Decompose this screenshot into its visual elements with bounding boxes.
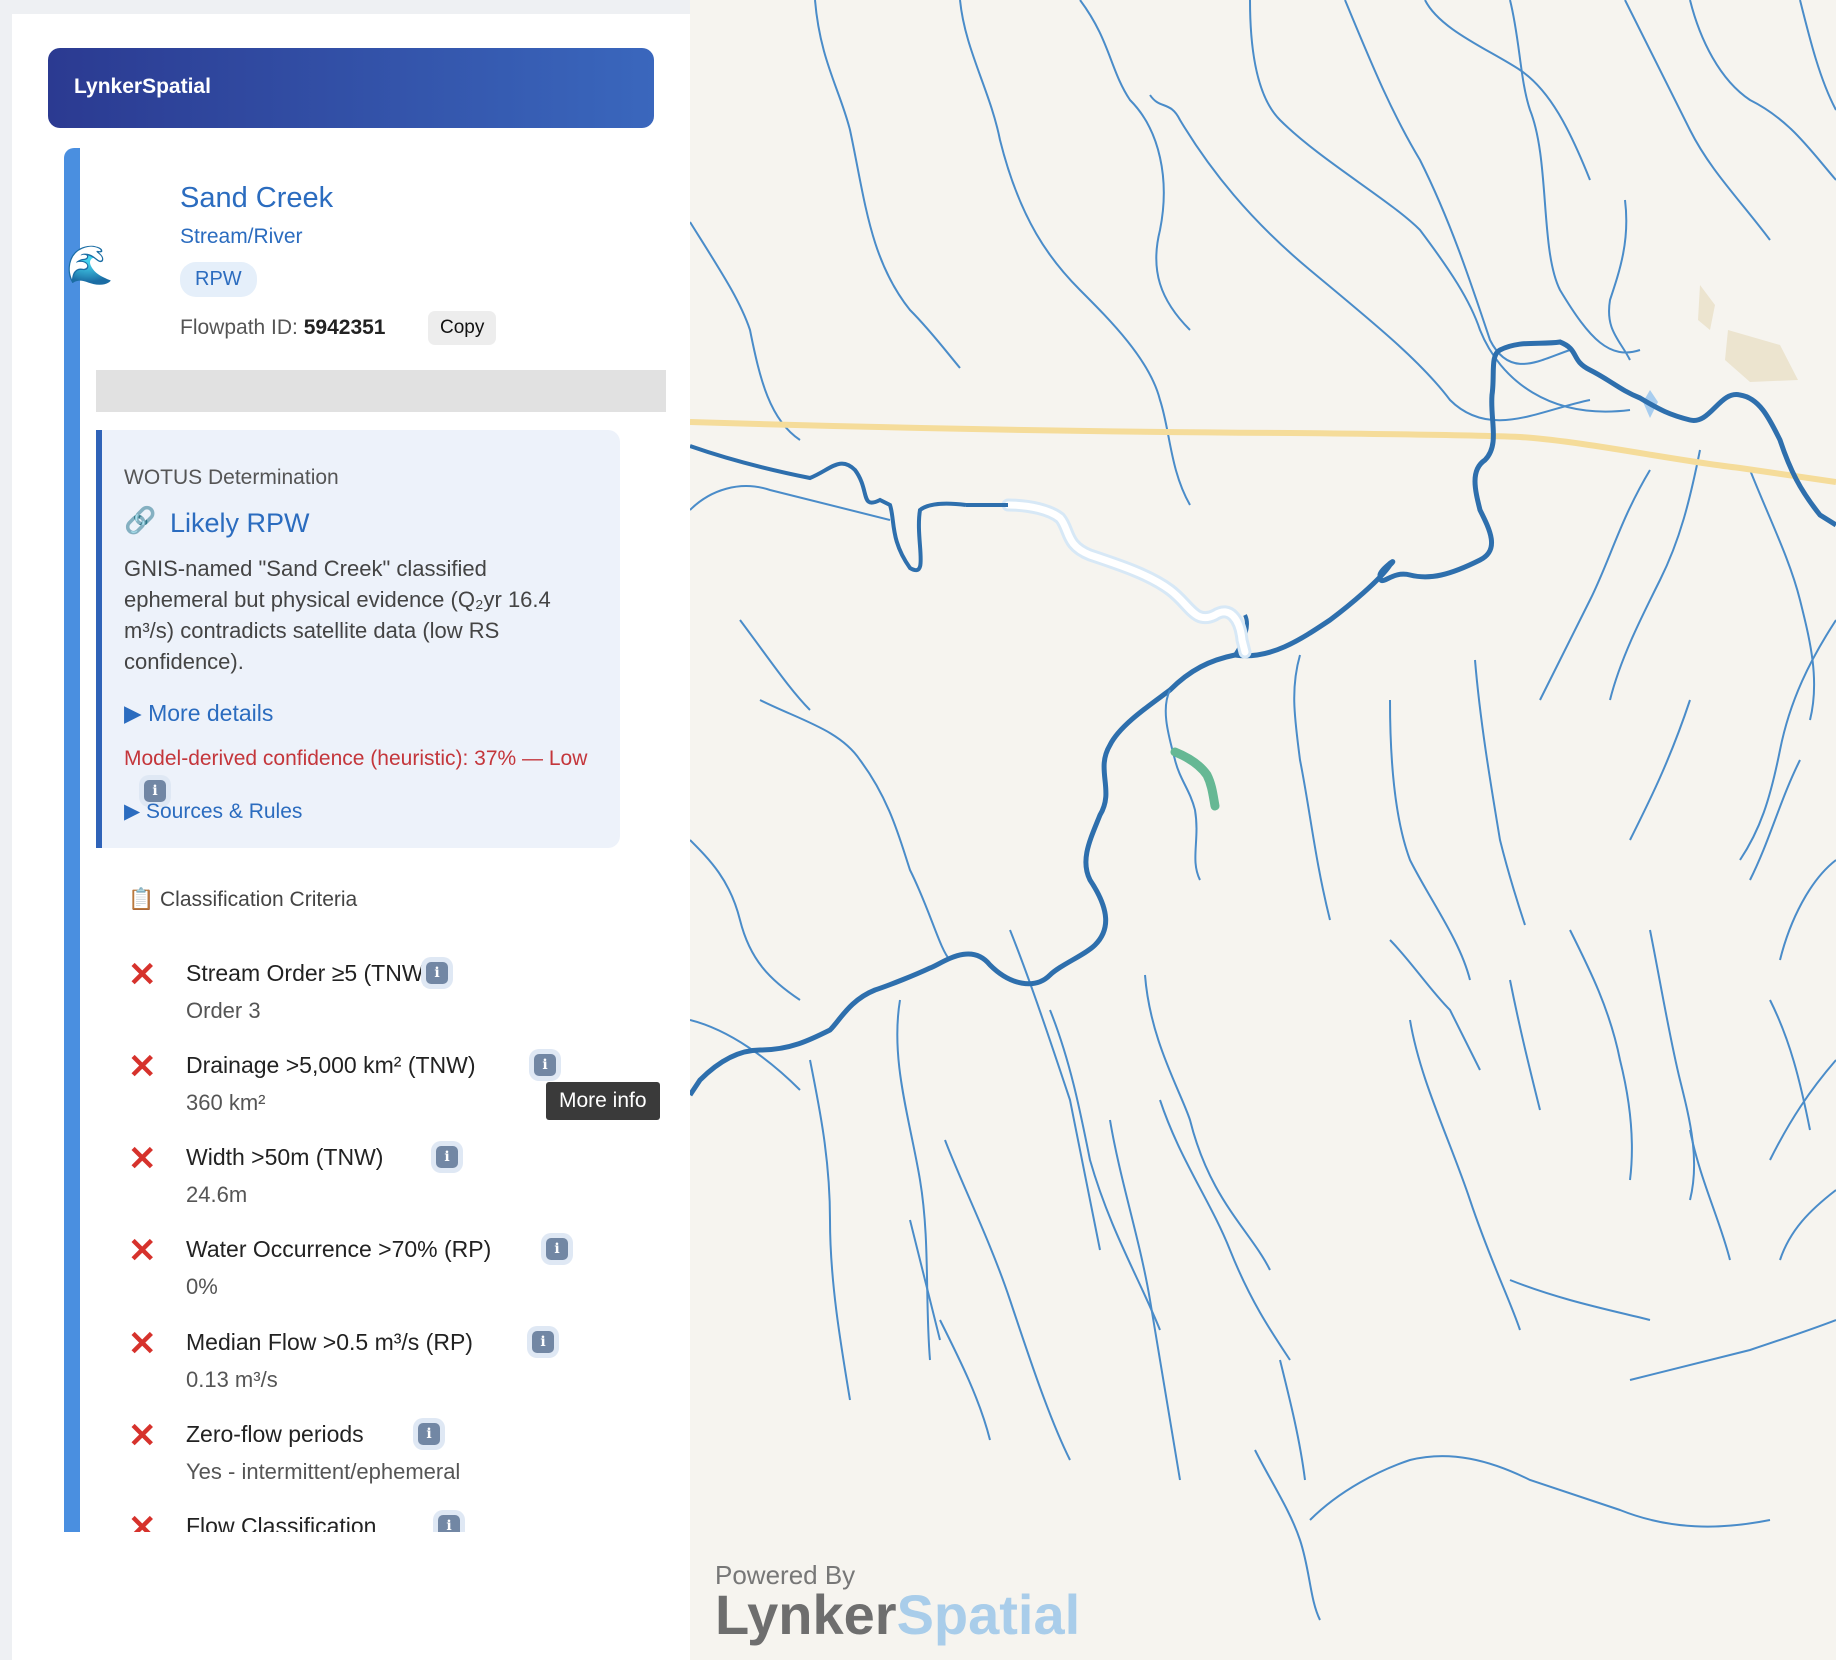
flowpath-id: Flowpath ID: 5942351	[180, 316, 386, 339]
fail-icon: ✕	[128, 1048, 157, 1086]
card-accent-bar	[64, 148, 80, 1532]
map-canvas[interactable]	[690, 0, 1836, 1660]
criteria-value: 0%	[186, 1274, 218, 1299]
info-icon[interactable]: i	[438, 1515, 460, 1532]
land-patch	[1698, 285, 1715, 330]
criteria-name: Drainage >5,000 km² (TNW)	[186, 1052, 476, 1078]
feature-name: Sand Creek	[180, 182, 334, 214]
info-icon[interactable]: i	[546, 1238, 568, 1260]
criteria-value: 0.13 m³/s	[186, 1367, 278, 1392]
selected-reach-halo	[1001, 498, 1252, 659]
wotus-description: GNIS-named "Sand Creek" classified ephem…	[124, 556, 551, 674]
selected-reach[interactable]	[1004, 501, 1249, 656]
criteria-value: Yes - intermittent/ephemeral	[186, 1459, 461, 1484]
main-river-east	[1234, 339, 1836, 659]
fail-icon: ✕	[128, 1325, 157, 1363]
tooltip: More info	[546, 1082, 660, 1120]
tributaries	[690, 0, 1836, 1621]
criteria-heading: 📋 Classification Criteria	[128, 888, 358, 911]
link-icon: 🔗	[124, 505, 157, 535]
tributary-south	[1293, 654, 1331, 921]
wave-icon: 🌊	[66, 245, 114, 287]
info-icon[interactable]: i	[426, 962, 448, 984]
tributary-green-line	[1164, 689, 1201, 881]
brand-header: LynkerSpatial	[48, 48, 654, 128]
criteria-clip: ✕ Flow Classification i	[112, 1509, 632, 1532]
divider-band	[96, 370, 666, 412]
main-river-south	[690, 652, 1236, 1097]
copy-button[interactable]: Copy	[428, 311, 497, 345]
criteria-name: Water Occurrence >70% (RP)	[186, 1236, 492, 1262]
info-icon[interactable]: i	[436, 1146, 458, 1168]
info-icon[interactable]: i	[418, 1423, 440, 1445]
criteria-name: Flow Classification	[186, 1513, 377, 1532]
powered-by-logo: Powered By LynkerSpatial	[715, 1560, 1080, 1643]
criteria-name: Width >50m (TNW)	[186, 1144, 384, 1170]
brand-logo: LynkerSpatial	[74, 75, 211, 98]
feature-type: Stream/River	[180, 225, 303, 248]
fail-icon: ✕	[128, 1509, 157, 1532]
highway	[690, 419, 1836, 485]
wotus-determination: WOTUS Determination 🔗 Likely RPW GNIS-na…	[96, 430, 620, 848]
fail-icon: ✕	[128, 1417, 157, 1455]
map-logo: LynkerSpatial	[715, 1583, 1081, 1646]
flowpath-id-value: 5942351	[303, 316, 386, 339]
info-panel: LynkerSpatial 🌊 Sand Creek Stream/River …	[12, 14, 690, 1660]
fail-icon: ✕	[128, 1140, 157, 1178]
fail-icon: ✕	[128, 956, 157, 994]
criteria-value: 360 km²	[186, 1090, 266, 1115]
wotus-result: Likely RPW	[170, 508, 310, 538]
wotus-label: WOTUS Determination	[124, 466, 339, 489]
fail-icon: ✕	[128, 1232, 157, 1270]
info-icon[interactable]: i	[532, 1331, 554, 1353]
criteria-value: Order 3	[186, 998, 261, 1023]
sources-rules-toggle[interactable]: ▶ Sources & Rules	[124, 799, 302, 824]
rpw-badge: RPW	[180, 262, 257, 297]
land-patch	[1725, 330, 1798, 382]
more-details-toggle[interactable]: ▶ More details	[124, 700, 273, 727]
criteria-value: 24.6m	[186, 1182, 248, 1207]
highlighted-reach[interactable]	[1170, 747, 1220, 811]
criteria-name: Median Flow >0.5 m³/s (RP)	[186, 1329, 473, 1355]
criteria-name: Zero-flow periods	[186, 1421, 364, 1447]
criteria-name: Stream Order ≥5 (TNW)	[186, 960, 432, 986]
map-view[interactable]: Powered By LynkerSpatial	[690, 0, 1836, 1660]
info-icon[interactable]: i	[534, 1054, 556, 1076]
main-river-west	[690, 444, 967, 573]
